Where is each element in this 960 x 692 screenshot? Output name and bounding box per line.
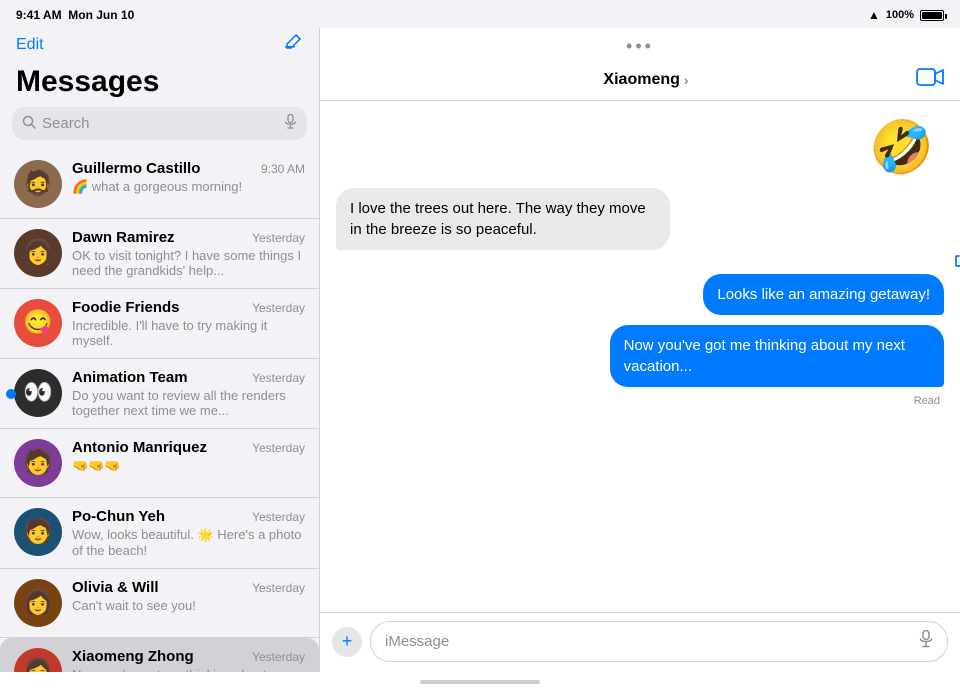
conversation-top: Antonio Manriquez Yesterday [72, 439, 305, 456]
conversation-name: Xiaomeng Zhong [72, 648, 194, 665]
messages-area: 🤣 I love the trees out here. The way the… [320, 101, 960, 612]
conversation-preview: Do you want to review all the renders to… [72, 388, 305, 418]
conversation-top: Animation Team Yesterday [72, 369, 305, 386]
message-row: Now you've got me thinking about my next… [336, 325, 944, 387]
conversation-name: Guillermo Castillo [72, 160, 200, 177]
conversation-content: Guillermo Castillo 9:30 AM 🌈 what a gorg… [72, 160, 305, 195]
search-bar[interactable]: Search [12, 107, 307, 140]
conversation-list: 🧔 Guillermo Castillo 9:30 AM 🌈 what a go… [0, 150, 319, 672]
avatar: 🧔 [14, 160, 62, 208]
conversation-top: Dawn Ramirez Yesterday [72, 229, 305, 246]
conversation-name: Animation Team [72, 369, 188, 386]
mic-icon[interactable] [919, 630, 933, 653]
conversation-content: Olivia & Will Yesterday Can't wait to se… [72, 579, 305, 613]
video-call-button[interactable] [916, 67, 944, 92]
edit-button[interactable]: Edit [16, 36, 44, 54]
read-label: Read [914, 395, 940, 407]
conversation-time: Yesterday [252, 301, 305, 315]
conversation-preview: Wow, looks beautiful. 🌟 Here's a photo o… [72, 527, 305, 558]
message-input[interactable]: iMessage [370, 621, 948, 662]
chevron-right-icon: › [684, 72, 689, 88]
conversation-content: Antonio Manriquez Yesterday 🤜🤜🤜 [72, 439, 305, 474]
avatar: 👩 [14, 648, 62, 672]
search-icon [22, 115, 36, 132]
compose-button[interactable] [283, 32, 303, 57]
conversation-item[interactable]: 🧔 Guillermo Castillo 9:30 AM 🌈 what a go… [0, 150, 319, 219]
conversation-top: Foodie Friends Yesterday [72, 299, 305, 316]
search-mic-icon[interactable] [284, 114, 297, 133]
conversation-name: Olivia & Will [72, 579, 159, 596]
conversation-content: Foodie Friends Yesterday Incredible. I'l… [72, 299, 305, 348]
chat-panel: ••• Xiaomeng › 🤣 I love the trees out he… [320, 28, 960, 672]
conversation-time: Yesterday [252, 581, 305, 595]
contact-name: Xiaomeng [603, 71, 679, 89]
sidebar-header: Edit [0, 28, 319, 65]
avatar: 😋 [14, 299, 62, 347]
sidebar: Edit Messages Search [0, 28, 320, 672]
battery-icon [920, 10, 944, 21]
avatar: 👩 [14, 229, 62, 277]
conversation-preview: 🌈 what a gorgeous morning! [72, 179, 305, 195]
add-attachment-button[interactable]: + [332, 627, 362, 657]
conversation-time: Yesterday [252, 510, 305, 524]
conversation-content: Animation Team Yesterday Do you want to … [72, 369, 305, 418]
share-button[interactable] [954, 246, 960, 274]
message-bubble: I love the trees out here. The way they … [336, 188, 670, 250]
conversation-preview: Incredible. I'll have to try making it m… [72, 318, 305, 348]
conversation-content: Po-Chun Yeh Yesterday Wow, looks beautif… [72, 508, 305, 558]
message-row: Looks like an amazing getaway! [336, 274, 944, 315]
app-container: Edit Messages Search [0, 28, 960, 672]
sidebar-title: Messages [0, 65, 319, 107]
status-right: ▲ 100% [868, 8, 944, 22]
status-time: 9:41 AM Mon Jun 10 [16, 8, 134, 22]
conversation-name: Dawn Ramirez [72, 229, 175, 246]
message-row: I love the trees out here. The way they … [336, 188, 944, 250]
conversation-preview: OK to visit tonight? I have some things … [72, 248, 305, 278]
conversation-time: Yesterday [252, 441, 305, 455]
chat-header-center[interactable]: Xiaomeng › [603, 71, 688, 89]
input-bar: + iMessage [320, 612, 960, 672]
home-bar [420, 680, 540, 684]
battery-percent: 100% [886, 9, 914, 21]
conversation-name: Antonio Manriquez [72, 439, 207, 456]
avatar: 🧑 [14, 439, 62, 487]
avatar: 👀 [14, 369, 62, 417]
conversation-time: Yesterday [252, 231, 305, 245]
conversation-item[interactable]: 👩 Dawn Ramirez Yesterday OK to visit ton… [0, 219, 319, 289]
avatar: 👩 [14, 579, 62, 627]
conversation-time: Yesterday [252, 650, 305, 664]
conversation-item[interactable]: 👀 Animation Team Yesterday Do you want t… [0, 359, 319, 429]
conversation-item[interactable]: 🧑 Antonio Manriquez Yesterday 🤜🤜🤜 [0, 429, 319, 498]
conversation-name: Po-Chun Yeh [72, 508, 165, 525]
conversation-item[interactable]: 🧑 Po-Chun Yeh Yesterday Wow, looks beaut… [0, 498, 319, 569]
wifi-icon: ▲ [868, 8, 880, 22]
conversation-top: Po-Chun Yeh Yesterday [72, 508, 305, 525]
conversation-top: Xiaomeng Zhong Yesterday [72, 648, 305, 665]
conversation-time: Yesterday [252, 371, 305, 385]
conversation-content: Dawn Ramirez Yesterday OK to visit tonig… [72, 229, 305, 278]
avatar: 🧑 [14, 508, 62, 556]
unread-dot [6, 389, 16, 399]
chat-header: Xiaomeng › [320, 61, 960, 101]
conversation-preview: Now you've got me thinking about my next… [72, 667, 305, 672]
conversation-content: Xiaomeng Zhong Yesterday Now you've got … [72, 648, 305, 672]
search-input[interactable]: Search [42, 115, 278, 132]
conversation-name: Foodie Friends [72, 299, 180, 316]
conversation-item[interactable]: 😋 Foodie Friends Yesterday Incredible. I… [0, 289, 319, 359]
conversation-item[interactable]: 👩 Xiaomeng Zhong Yesterday Now you've go… [0, 638, 319, 672]
emoji-reaction: 🤣 [869, 117, 934, 178]
conversation-preview: 🤜🤜🤜 [72, 458, 305, 474]
conversation-time: 9:30 AM [261, 162, 305, 176]
conversation-top: Guillermo Castillo 9:30 AM [72, 160, 305, 177]
status-bar: 9:41 AM Mon Jun 10 ▲ 100% [0, 0, 960, 28]
conversation-item[interactable]: 👩 Olivia & Will Yesterday Can't wait to … [0, 569, 319, 638]
top-dots: ••• [320, 28, 960, 61]
conversation-top: Olivia & Will Yesterday [72, 579, 305, 596]
conversation-preview: Can't wait to see you! [72, 598, 305, 613]
message-bubble: Now you've got me thinking about my next… [610, 325, 944, 387]
home-indicator [0, 672, 960, 692]
message-bubble: Looks like an amazing getaway! [703, 274, 944, 315]
